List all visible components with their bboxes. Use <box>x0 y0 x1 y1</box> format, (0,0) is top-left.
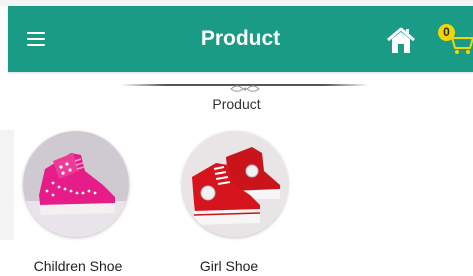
product-card-girl-shoe[interactable]: Girl Shoe <box>172 131 302 274</box>
cart-count-badge: 0 <box>438 24 455 41</box>
shopping-cart-button[interactable]: 0 <box>438 22 473 58</box>
app-bar: Product 0 <box>8 6 473 72</box>
product-image-girl-shoe <box>182 131 288 237</box>
home-icon[interactable] <box>386 26 416 54</box>
product-name: Children Shoe <box>33 258 123 274</box>
section-divider <box>121 81 369 95</box>
product-card-children-shoe[interactable]: Children Shoe <box>13 131 143 274</box>
side-panel-edge <box>0 130 14 240</box>
product-image-children-shoe <box>23 131 129 237</box>
section-title: Product <box>212 96 261 112</box>
product-name: Girl Shoe <box>199 258 259 274</box>
ornament-icon <box>230 85 260 92</box>
product-page: Product 0 Product Children Shoe Girl Sho… <box>0 0 473 276</box>
